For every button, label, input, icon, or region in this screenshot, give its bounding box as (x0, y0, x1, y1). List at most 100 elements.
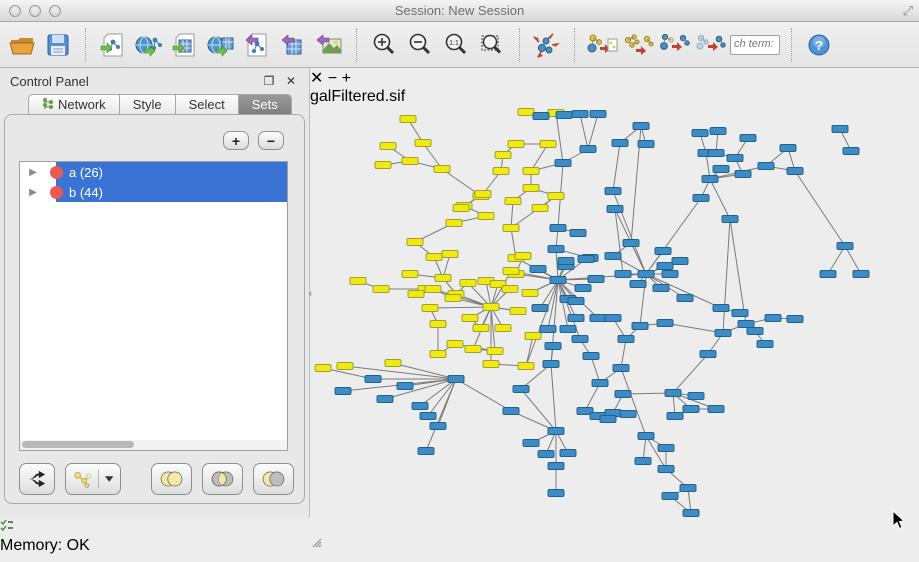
graph-node (702, 176, 718, 183)
network-canvas[interactable] (310, 106, 919, 553)
network-graph[interactable] (310, 106, 888, 530)
add-set-button[interactable]: + (223, 131, 249, 150)
zoom-actual-button[interactable]: 1:1 (440, 28, 472, 62)
intersect-sets-button[interactable] (202, 463, 243, 495)
tab-select[interactable]: Select (175, 94, 238, 115)
graph-node (508, 141, 524, 148)
network-view-window[interactable]: ✕ − + galFiltered.sif (310, 68, 919, 553)
float-panel-icon[interactable]: ❐ (261, 74, 277, 88)
graph-node (713, 305, 729, 312)
search-input[interactable]: ch term: (730, 35, 780, 55)
graph-node (843, 148, 859, 155)
export-table-icon (280, 32, 306, 58)
graph-node (555, 160, 571, 167)
graph-node (503, 225, 519, 232)
minimize-view-icon[interactable]: − (328, 70, 337, 87)
graph-node (787, 316, 803, 323)
graph-node (605, 188, 621, 195)
import-network-file-button[interactable] (97, 28, 129, 62)
graph-node (483, 304, 499, 311)
select-neighbors-button[interactable] (622, 28, 654, 62)
graph-node (522, 290, 538, 297)
graph-node (787, 168, 803, 175)
tab-style[interactable]: Style (119, 94, 175, 115)
graph-node (623, 240, 639, 247)
tab-sets[interactable]: Sets (238, 94, 292, 115)
expander-triangle-icon[interactable]: ▶ (20, 167, 46, 178)
graph-node (445, 295, 461, 302)
graph-node (632, 323, 648, 330)
graph-node (548, 246, 564, 253)
save-session-button[interactable] (42, 28, 74, 62)
control-panel-title: Control Panel (10, 74, 255, 89)
graph-node (680, 485, 696, 492)
graph-node (426, 254, 442, 261)
split-set-button[interactable] (19, 463, 55, 495)
sets-list[interactable]: ▶ a (26) ▶ b (44) (19, 161, 288, 451)
toolbar-separator (574, 28, 575, 62)
deselect-all-icon (694, 31, 726, 59)
deselect-all-button[interactable] (694, 28, 726, 62)
graph-node (653, 285, 669, 292)
app-titlebar: Session: New Session ⤢ (0, 0, 919, 22)
select-from-file-button[interactable] (586, 28, 618, 62)
graph-node (560, 326, 576, 333)
graph-node (397, 383, 413, 390)
graph-node (832, 126, 848, 133)
graph-node (638, 271, 654, 278)
graph-node (713, 166, 729, 173)
union-venn-icon (159, 469, 184, 489)
graph-node (657, 263, 673, 270)
graph-node (700, 351, 716, 358)
zoom-out-button[interactable] (404, 28, 436, 62)
horizontal-scrollbar[interactable] (19, 440, 288, 451)
scrollbar-thumb[interactable] (22, 441, 134, 448)
graph-node (677, 295, 693, 302)
graph-node (430, 351, 446, 358)
graph-node (578, 256, 594, 263)
import-network-web-button[interactable] (133, 28, 165, 62)
open-file-button[interactable] (6, 28, 38, 62)
create-set-from-network-button[interactable] (65, 463, 121, 495)
remove-set-button[interactable]: − (258, 131, 284, 150)
set-color-icon (50, 166, 63, 179)
export-network-button[interactable] (241, 28, 273, 62)
import-table-web-button[interactable] (205, 28, 237, 62)
set-row-a[interactable]: ▶ a (26) (20, 162, 287, 182)
set-row-b[interactable]: ▶ b (44) (20, 182, 287, 202)
zoom-in-button[interactable] (368, 28, 400, 62)
graph-node (515, 253, 531, 260)
close-panel-icon[interactable]: ✕ (283, 74, 299, 88)
zoom-fit-button[interactable] (476, 28, 508, 62)
graph-node (533, 113, 549, 120)
graph-node (518, 363, 534, 370)
union-sets-button[interactable] (151, 463, 192, 495)
mouse-cursor-icon (892, 510, 906, 530)
export-image-button[interactable] (313, 28, 345, 62)
fullscreen-icon[interactable]: ⤢ (903, 3, 913, 19)
export-table-button[interactable] (277, 28, 309, 62)
graph-node (615, 391, 631, 398)
graph-node (548, 193, 564, 200)
graph-node (638, 433, 654, 440)
graph-node (693, 195, 709, 202)
graph-node (683, 406, 699, 413)
resize-grip-icon[interactable] (310, 536, 322, 548)
graph-node (732, 310, 748, 317)
tab-network[interactable]: Network (28, 94, 119, 115)
graph-node (430, 321, 446, 328)
network-window-titlebar[interactable]: ✕ − + galFiltered.sif (310, 68, 919, 106)
graph-node (315, 365, 331, 372)
graph-node (708, 406, 724, 413)
select-connected-button[interactable] (658, 28, 690, 62)
import-table-file-button[interactable] (169, 28, 201, 62)
difference-sets-button[interactable] (253, 463, 294, 495)
maximize-view-icon[interactable]: + (342, 70, 351, 87)
help-button[interactable]: ? (803, 28, 835, 62)
graph-node (523, 185, 539, 192)
graph-node (560, 450, 576, 457)
close-view-icon[interactable]: ✕ (310, 70, 323, 87)
apply-layout-button[interactable] (531, 28, 563, 62)
graph-node (462, 315, 478, 322)
expander-triangle-icon[interactable]: ▶ (20, 187, 46, 198)
